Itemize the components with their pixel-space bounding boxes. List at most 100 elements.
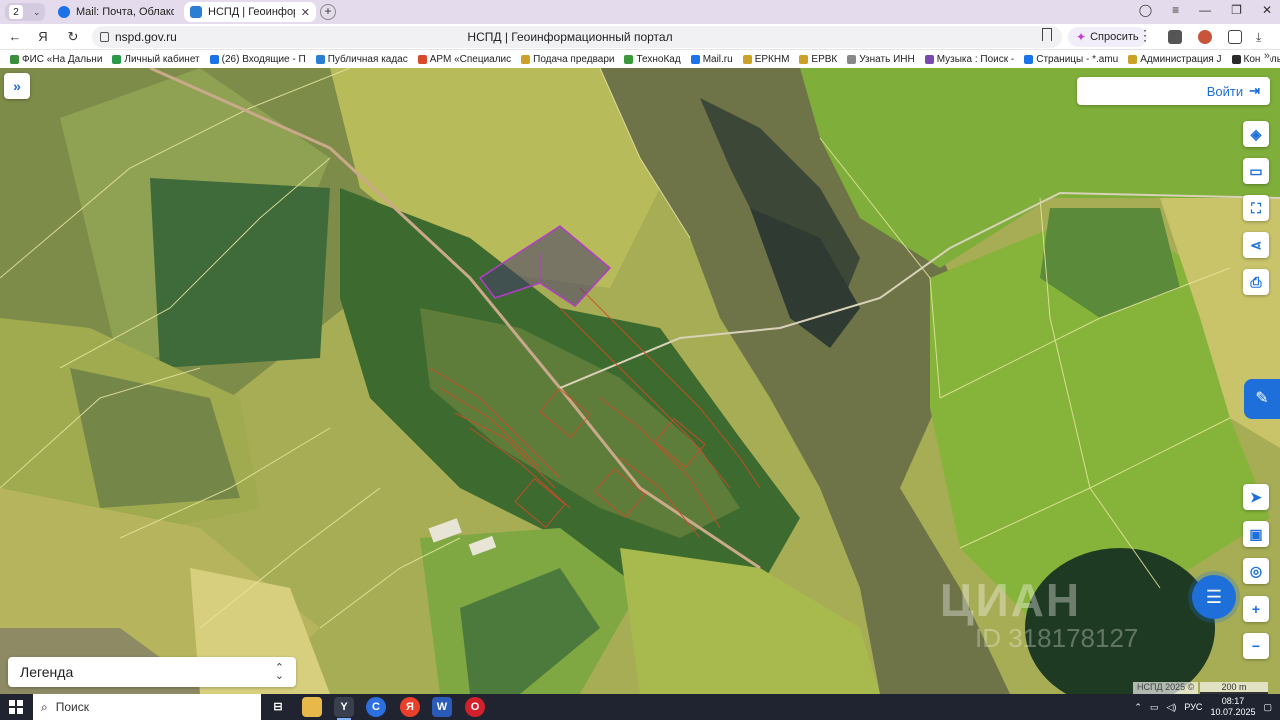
bookmark-item[interactable]: Публичная кадас [315,53,408,65]
geolocation-icon: ◎ [1249,563,1263,579]
bookmark-favicon-icon [1128,54,1138,64]
system-tray: ⌃ ▭ ◁) РУС 08:17 10.07.2025 ▢ [1134,694,1272,720]
login-icon: ⇥ [1249,83,1260,98]
task-view-icon[interactable]: ⊟ [268,697,288,717]
layers-button[interactable]: ◈ [1243,121,1269,147]
bookmark-label: ТехноКад [636,53,681,65]
ask-button[interactable]: ✦ Спросить [1068,27,1147,47]
print-icon: ⎙ [1250,274,1262,290]
minimap-button[interactable]: ▣ [1243,521,1269,547]
bookmark-item[interactable]: Подача предвари [521,54,614,65]
measure-button[interactable]: ▭ [1243,158,1269,184]
bookmark-item[interactable]: Страницы - *.amu [1024,54,1118,65]
tab-mail[interactable]: Mail: Почта, Облако, Кален [52,2,180,22]
word-icon[interactable]: W [432,697,452,717]
extension-icon[interactable] [1168,30,1182,44]
clock[interactable]: 08:17 10.07.2025 [1210,696,1255,718]
reload-icon[interactable]: ↻ [64,28,82,46]
bookmark-label: (26) Входящие - П [221,53,306,65]
print-button[interactable]: ⎙ [1243,269,1269,295]
search-placeholder: Поиск [55,700,89,714]
close-tab-icon[interactable]: ✕ [301,6,310,19]
bookmark-item[interactable]: Консоль ‹ Админ [1231,54,1280,65]
yandex-icon[interactable]: Я [34,28,52,46]
bookmark-item[interactable]: Узнать ИНН [847,53,915,65]
bookmark-label: ЕРВК [811,53,838,65]
zoom-in-icon: + [1251,601,1261,617]
back-arrow-icon[interactable]: ← [6,28,24,46]
browser-tab-strip: 2 ⌄ Mail: Почта, Облако, Кален НСПД | Ге… [0,0,1280,24]
restore-icon[interactable]: ❐ [1231,3,1242,17]
bookmark-item[interactable]: ЕРВК [799,54,837,65]
bookmark-favicon-icon [112,54,122,64]
bookmark-item[interactable]: Mail.ru [690,54,733,65]
expand-panel-button[interactable]: » [4,73,30,99]
sparkle-icon: ✦ [1076,30,1087,44]
bookmark-item[interactable]: Администрация Ј [1128,53,1222,65]
bookmark-favicon-icon [847,54,857,64]
select-area-button[interactable]: ⛶ [1243,195,1269,221]
chat-icon: ☰ [1205,587,1223,607]
bookmarks-overflow-icon[interactable]: » [1259,50,1270,62]
bookmark-icon[interactable] [1042,28,1052,41]
bookmark-label: Публичная кадас [327,53,408,65]
watermark-id: ID 318178127 [975,623,1139,653]
new-tab-button[interactable]: + [320,4,336,20]
extension-icon[interactable] [1228,30,1242,44]
bookmark-item[interactable]: ЕРКНМ [742,54,789,65]
bookmark-label: Администрация Ј [1140,53,1222,65]
share-icon: ⋖ [1250,237,1262,253]
browser-app-icon[interactable]: C [366,697,386,717]
page-title: НСПД | Геоинформационный портал [467,30,673,44]
bookmark-favicon-icon [799,54,809,64]
share-button[interactable]: ⋖ [1243,232,1269,258]
legend-dropdown[interactable]: Легенда ⌃ ⌄ [8,657,296,687]
tab-counter-button[interactable]: 2 ⌄ [5,3,45,21]
minimize-icon[interactable]: — [1199,3,1211,17]
login-button[interactable]: Войти ⇥ [1077,77,1270,105]
login-label: Войти [1206,83,1244,99]
download-icon[interactable]: ⤓ [1256,30,1270,44]
profile-icon[interactable]: ◯ [1139,3,1152,17]
close-window-icon[interactable]: ✕ [1262,3,1272,17]
zoom-in-button[interactable]: + [1243,596,1269,622]
bookmark-item[interactable]: (26) Входящие - П [209,53,306,65]
windows-start-icon[interactable] [9,700,23,714]
layers-icon: ◈ [1250,126,1262,142]
window-controls: ◯ ≡ — ❐ ✕ [1139,3,1272,17]
bookmark-item[interactable]: ФИС «На Дальни [10,54,102,65]
file-explorer-icon[interactable] [302,697,322,717]
zoom-out-button[interactable]: − [1243,633,1269,659]
chat-button[interactable]: ☰ [1192,575,1236,619]
taskbar-search[interactable]: ⌕ Поиск [33,694,261,720]
extension-icon[interactable] [1198,30,1212,44]
more-options-icon[interactable]: ⋮ [1138,27,1152,44]
yandex-browser-icon[interactable]: Y [334,697,354,720]
tray-overflow-icon[interactable]: ⌃ [1134,702,1142,713]
language-indicator[interactable]: РУС [1184,702,1202,712]
bookmark-favicon-icon [924,54,934,64]
mail-favicon-icon [58,6,70,18]
map-view[interactable]: » Войти ⇥ ◈ ▭ ⛶ ⋖ ⎙ ✎ ➤ ▣ ◎ + − ☰ ЦИАН I… [0,68,1280,694]
bookmark-item[interactable]: Личный кабинет [112,54,200,65]
satellite-map[interactable] [0,68,1280,694]
volume-icon[interactable]: ◁) [1166,702,1176,713]
bookmark-item[interactable]: Музыка : Поиск - [924,54,1014,65]
clock-time: 08:17 [1221,696,1245,706]
bookmark-item[interactable]: ТехноКад [624,53,681,65]
geolocation-button[interactable]: ◎ [1243,558,1269,584]
bookmark-label: Узнать ИНН [859,53,915,65]
bookmark-favicon-icon [624,54,634,64]
bookmark-favicon-icon [742,54,752,64]
ask-label: Спросить [1090,31,1139,43]
bookmark-favicon-icon [209,54,219,64]
network-icon[interactable]: ▭ [1150,702,1159,713]
yandex-app-icon[interactable]: Я [400,697,420,717]
locate-button[interactable]: ➤ [1243,484,1269,510]
tab-nspd[interactable]: НСПД | Геоинформацио ✕ [184,2,316,22]
notifications-icon[interactable]: ▢ [1263,702,1272,713]
opera-icon[interactable]: O [465,697,485,717]
menu-icon[interactable]: ≡ [1172,3,1179,17]
feedback-tab-button[interactable]: ✎ [1244,379,1280,419]
bookmark-item[interactable]: АРМ «Специалис [417,54,511,65]
